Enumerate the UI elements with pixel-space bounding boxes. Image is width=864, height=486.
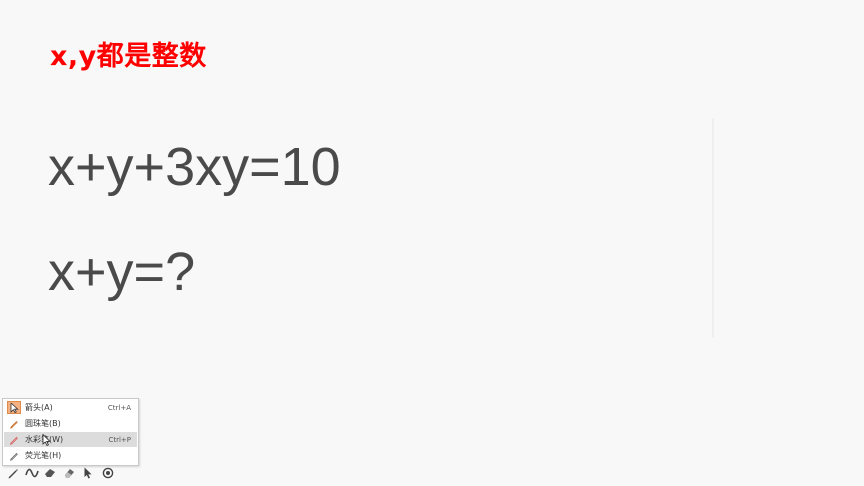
pen-toolbar (4, 465, 118, 481)
ballpoint-pen-icon (7, 417, 21, 430)
mouse-pointer-icon (42, 431, 51, 450)
pen-context-menu: 箭头(A) Ctrl+A 圆珠笔(B) 水彩笔(W) Ctrl+P 荧光笔(H) (2, 398, 139, 466)
menu-item-felt-tip-pen[interactable]: 水彩笔(W) Ctrl+P (4, 432, 137, 447)
slide-guide-line (712, 118, 714, 338)
menu-item-highlighter[interactable]: 荧光笔(H) (4, 448, 137, 463)
menu-item-label: 荧光笔(H) (25, 451, 62, 460)
slide-title: x,y都是整数 (50, 41, 207, 72)
pointer-icon[interactable] (80, 465, 97, 481)
equation-line-1: x+y+3xy=10 (48, 137, 341, 197)
felt-tip-pen-icon (7, 433, 21, 446)
eraser-brush-icon[interactable] (42, 465, 59, 481)
menu-item-ballpoint-pen[interactable]: 圆珠笔(B) (4, 416, 137, 431)
arrow-cursor-icon (7, 401, 21, 414)
pen-icon[interactable] (4, 465, 21, 481)
target-icon[interactable] (99, 465, 116, 481)
eraser-icon[interactable] (61, 465, 78, 481)
menu-item-label: 箭头(A) (25, 403, 53, 412)
highlighter-icon (7, 449, 21, 462)
menu-item-arrow[interactable]: 箭头(A) Ctrl+A (4, 400, 137, 415)
menu-item-label: 圆珠笔(B) (25, 419, 61, 428)
equation-line-2: x+y=? (48, 242, 196, 302)
menu-item-shortcut: Ctrl+A (107, 403, 131, 412)
menu-item-shortcut: Ctrl+P (108, 435, 131, 444)
curve-icon[interactable] (23, 465, 40, 481)
